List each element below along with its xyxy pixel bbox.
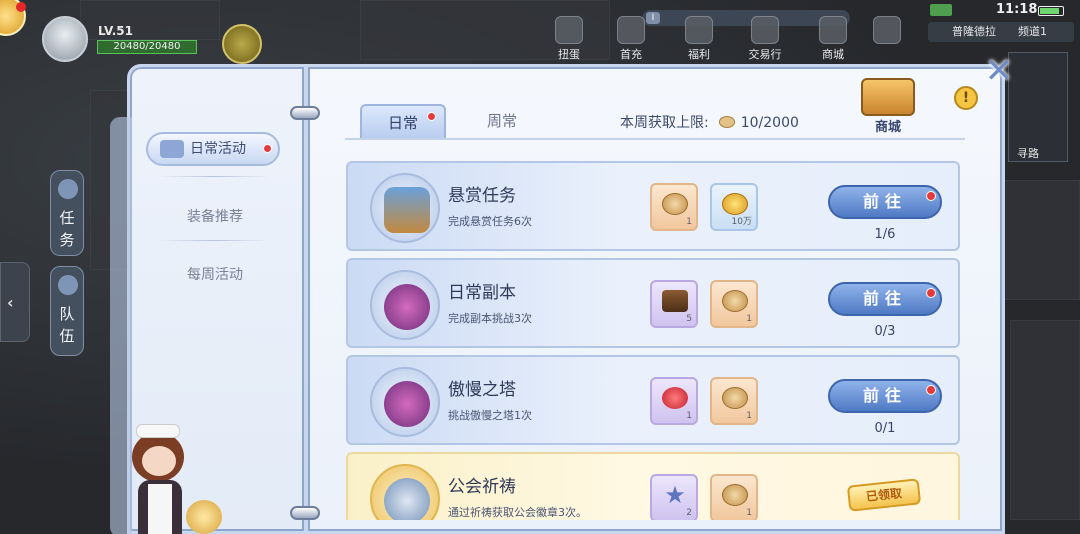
quest-desc: 完成副本挑战3次: [448, 312, 532, 325]
reward-slot[interactable]: 1: [650, 183, 698, 231]
potion-icon: [662, 387, 688, 409]
quest-title: 傲慢之塔: [448, 380, 516, 400]
go-button[interactable]: 前往: [828, 379, 942, 413]
quest-row-tower: 傲慢之塔 挑战傲慢之塔1次 1 1 前往 0/1: [346, 355, 960, 445]
reward-qty: 1: [746, 508, 752, 518]
chest-icon: [662, 290, 688, 312]
reward-qty: 1: [686, 411, 692, 421]
coin-icon: [722, 387, 748, 409]
reward-qty: 5: [686, 314, 692, 324]
reward-qty: 1: [746, 411, 752, 421]
reward-slot[interactable]: ★ 2: [650, 474, 698, 520]
quest-progress: 0/1: [874, 421, 896, 436]
go-button[interactable]: 前往: [828, 185, 942, 219]
gold-coin-icon: [722, 193, 748, 215]
reward-qty: 1: [686, 217, 692, 227]
demon-mask-icon: [370, 270, 440, 340]
notice-board-icon: [370, 173, 440, 243]
notification-dot: [926, 385, 936, 395]
quest-title: 悬赏任务: [448, 186, 516, 206]
quest-list[interactable]: 悬赏任务 完成悬赏任务6次 1 10万 前往 1/6 日常副本 完成副本挑战3次…: [0, 0, 1080, 520]
guild-emblem-icon: [370, 464, 440, 520]
quest-title: 日常副本: [448, 283, 516, 303]
star-badge-icon: ★: [664, 481, 686, 509]
coin-icon: [662, 193, 688, 215]
notification-dot: [926, 288, 936, 298]
quest-progress: 0/3: [874, 324, 896, 339]
notification-dot: [926, 191, 936, 201]
go-button-label: 前往: [862, 192, 907, 211]
reward-slot[interactable]: 1: [710, 377, 758, 425]
reward-slot[interactable]: 1: [710, 474, 758, 520]
quest-progress: 1/6: [874, 227, 896, 242]
reward-slot[interactable]: 5: [650, 280, 698, 328]
quest-desc: 挑战傲慢之塔1次: [448, 409, 532, 422]
reward-qty: 10万: [731, 217, 752, 227]
reward-slot[interactable]: 1: [710, 280, 758, 328]
reward-slot[interactable]: 10万: [710, 183, 758, 231]
reward-qty: 2: [686, 508, 692, 518]
go-button-label: 前往: [862, 289, 907, 308]
quest-desc: 完成悬赏任务6次: [448, 215, 532, 228]
claimed-badge: 已领取: [846, 478, 922, 512]
go-button-label: 前往: [862, 386, 907, 405]
coin-icon: [722, 290, 748, 312]
demon-mask-icon: [370, 367, 440, 437]
reward-qty: 1: [746, 314, 752, 324]
quest-desc: 通过祈祷获取公会徽章3次。: [448, 506, 587, 519]
quest-row-daily-dungeon: 日常副本 完成副本挑战3次 5 1 前往 0/3: [346, 258, 960, 348]
reward-slot[interactable]: 1: [650, 377, 698, 425]
coin-icon: [722, 484, 748, 506]
quest-title: 公会祈祷: [448, 477, 516, 497]
go-button[interactable]: 前往: [828, 282, 942, 316]
quest-row-bounty: 悬赏任务 完成悬赏任务6次 1 10万 前往 1/6: [346, 161, 960, 251]
quest-row-guild-prayer: 公会祈祷 通过祈祷获取公会徽章3次。 ★ 2 1 已领取: [346, 452, 960, 520]
